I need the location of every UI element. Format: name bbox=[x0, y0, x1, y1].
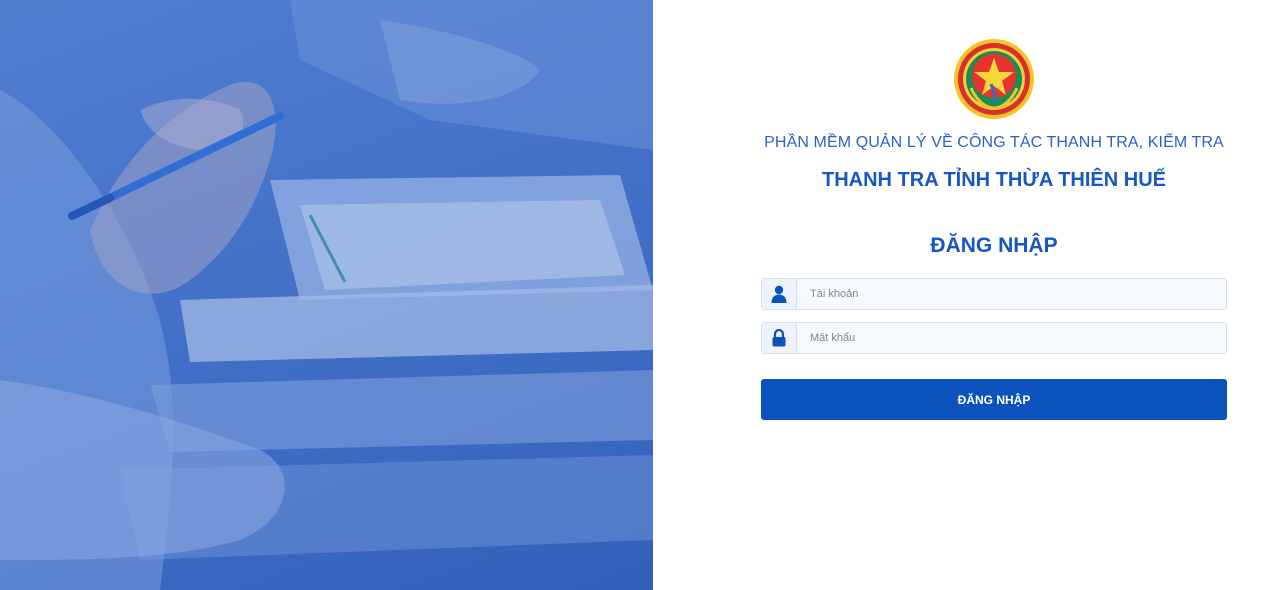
lock-icon bbox=[762, 323, 797, 353]
username-input[interactable] bbox=[797, 279, 1226, 309]
inspectorate-emblem-icon bbox=[954, 39, 1034, 119]
user-icon bbox=[762, 279, 797, 309]
hero-image bbox=[0, 0, 653, 590]
password-input[interactable] bbox=[797, 323, 1226, 353]
login-panel: PHẦN MỀM QUẢN LÝ VỀ CÔNG TÁC THANH TRA, … bbox=[653, 0, 1287, 590]
software-subtitle: PHẦN MỀM QUẢN LÝ VỀ CÔNG TÁC THANH TRA, … bbox=[764, 134, 1224, 151]
hero-illustration bbox=[0, 0, 653, 590]
username-field bbox=[761, 278, 1227, 310]
login-button[interactable]: ĐĂNG NHẬP bbox=[761, 379, 1227, 420]
password-field bbox=[761, 322, 1227, 354]
organization-title: THANH TRA TỈNH THỪA THIÊN HUẾ bbox=[822, 169, 1166, 191]
login-heading: ĐĂNG NHẬP bbox=[930, 234, 1058, 257]
